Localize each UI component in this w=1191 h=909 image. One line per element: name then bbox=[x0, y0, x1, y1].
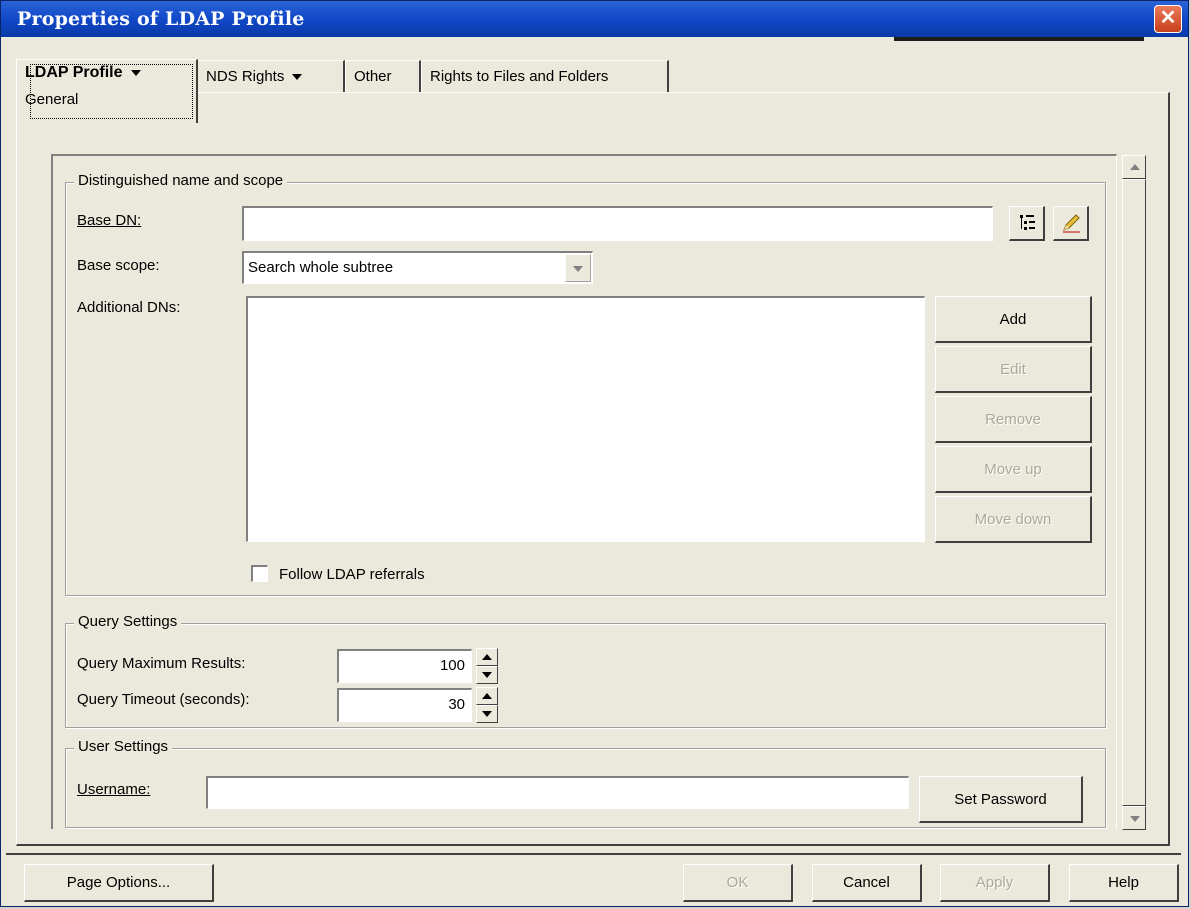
username-label: Username: bbox=[77, 781, 151, 798]
follow-referrals-checkbox[interactable] bbox=[251, 565, 268, 582]
timeout-label: Query Timeout (seconds): bbox=[77, 691, 250, 708]
apply-button[interactable]: Apply bbox=[940, 864, 1050, 902]
additional-dns-list[interactable] bbox=[246, 296, 925, 542]
move-up-button[interactable]: Move up bbox=[935, 446, 1092, 493]
follow-referrals-label: Follow LDAP referrals bbox=[279, 566, 425, 583]
base-dn-input[interactable] bbox=[242, 206, 993, 241]
spin-up-icon[interactable] bbox=[476, 648, 498, 666]
query-settings-legend: Query Settings bbox=[74, 613, 182, 630]
browse-tree-button[interactable] bbox=[1009, 206, 1045, 241]
tab-nds-rights[interactable]: NDS Rights bbox=[197, 60, 345, 92]
timeout-input[interactable]: 30 bbox=[337, 688, 472, 722]
base-scope-dropdown-button[interactable] bbox=[565, 254, 591, 282]
scroll-thumb[interactable] bbox=[1122, 179, 1146, 806]
max-results-label: Query Maximum Results: bbox=[77, 655, 246, 672]
vertical-scrollbar[interactable] bbox=[1122, 155, 1146, 830]
username-input[interactable] bbox=[206, 776, 909, 809]
move-down-button-label: Move down bbox=[974, 511, 1052, 528]
set-password-button[interactable]: Set Password bbox=[919, 776, 1083, 823]
chevron-down-icon bbox=[573, 266, 583, 272]
window-title: Properties of LDAP Profile bbox=[17, 8, 305, 30]
add-button[interactable]: Add bbox=[935, 296, 1092, 343]
base-dn-label: Base DN: bbox=[77, 212, 142, 229]
spin-down-icon[interactable] bbox=[476, 705, 498, 723]
timeout-spinner[interactable] bbox=[476, 687, 498, 723]
pencil-icon bbox=[1062, 214, 1080, 233]
tab-rights-to-files-label: Rights to Files and Folders bbox=[430, 68, 609, 85]
user-settings-legend: User Settings bbox=[74, 738, 173, 755]
scroll-up-icon bbox=[1130, 164, 1140, 170]
base-scope-label: Base scope: bbox=[77, 257, 160, 274]
additional-dns-label: Additional DNs: bbox=[77, 299, 181, 316]
properties-dialog: Properties of LDAP Profile ✕ LDAP Profil… bbox=[0, 0, 1189, 907]
title-divider bbox=[894, 37, 1144, 41]
tab-other-label: Other bbox=[354, 68, 392, 85]
base-scope-value: Search whole subtree bbox=[248, 259, 394, 276]
move-down-button[interactable]: Move down bbox=[935, 496, 1092, 543]
add-button-label: Add bbox=[999, 311, 1027, 328]
scroll-down-icon bbox=[1130, 816, 1140, 822]
ok-button-label: OK bbox=[726, 874, 749, 891]
scroll-down-button[interactable] bbox=[1122, 806, 1146, 830]
tree-browse-icon bbox=[1019, 215, 1035, 230]
footer-divider bbox=[6, 853, 1181, 855]
remove-button-label: Remove bbox=[985, 411, 1041, 428]
remove-button[interactable]: Remove bbox=[935, 396, 1092, 443]
tab-nds-rights-label: NDS Rights bbox=[206, 68, 285, 85]
timeout-value: 30 bbox=[448, 696, 465, 713]
close-button[interactable]: ✕ bbox=[1154, 5, 1182, 33]
page-options-button-label: Page Options... bbox=[66, 874, 171, 891]
max-results-value: 100 bbox=[439, 657, 465, 674]
scroll-up-button[interactable] bbox=[1122, 155, 1146, 179]
max-results-spinner[interactable] bbox=[476, 648, 498, 684]
spin-down-icon[interactable] bbox=[476, 666, 498, 684]
tab-ldap-profile[interactable]: LDAP Profile General bbox=[16, 59, 198, 123]
dn-scope-legend: Distinguished name and scope bbox=[74, 172, 288, 189]
tab-rights-to-files[interactable]: Rights to Files and Folders bbox=[421, 60, 669, 92]
page-options-button[interactable]: Page Options... bbox=[24, 864, 214, 902]
set-password-button-label: Set Password bbox=[954, 791, 1047, 808]
ok-button[interactable]: OK bbox=[683, 864, 793, 902]
help-button-label: Help bbox=[1108, 874, 1139, 891]
edit-dn-button[interactable] bbox=[1053, 206, 1089, 241]
dropdown-arrow-icon[interactable] bbox=[292, 74, 303, 81]
tab-ldap-profile-sublabel: General bbox=[25, 91, 79, 108]
cancel-button-label: Cancel bbox=[843, 874, 890, 891]
edit-button[interactable]: Edit bbox=[935, 346, 1092, 393]
title-bar[interactable]: Properties of LDAP Profile ✕ bbox=[1, 1, 1188, 37]
tab-ldap-profile-heading: LDAP Profile bbox=[25, 64, 141, 82]
tab-other[interactable]: Other bbox=[345, 60, 421, 92]
spin-up-icon[interactable] bbox=[476, 687, 498, 705]
move-up-button-label: Move up bbox=[984, 461, 1042, 478]
help-button[interactable]: Help bbox=[1069, 864, 1179, 902]
close-icon: ✕ bbox=[1159, 7, 1177, 29]
apply-button-label: Apply bbox=[975, 874, 1014, 891]
query-settings-group: Query Settings bbox=[65, 613, 1106, 728]
tab-ldap-profile-label: LDAP Profile bbox=[25, 64, 123, 81]
edit-button-label: Edit bbox=[1000, 361, 1026, 378]
max-results-input[interactable]: 100 bbox=[337, 649, 472, 683]
cancel-button[interactable]: Cancel bbox=[812, 864, 922, 902]
dropdown-arrow-icon[interactable] bbox=[130, 69, 141, 76]
base-scope-select[interactable]: Search whole subtree bbox=[242, 251, 593, 284]
